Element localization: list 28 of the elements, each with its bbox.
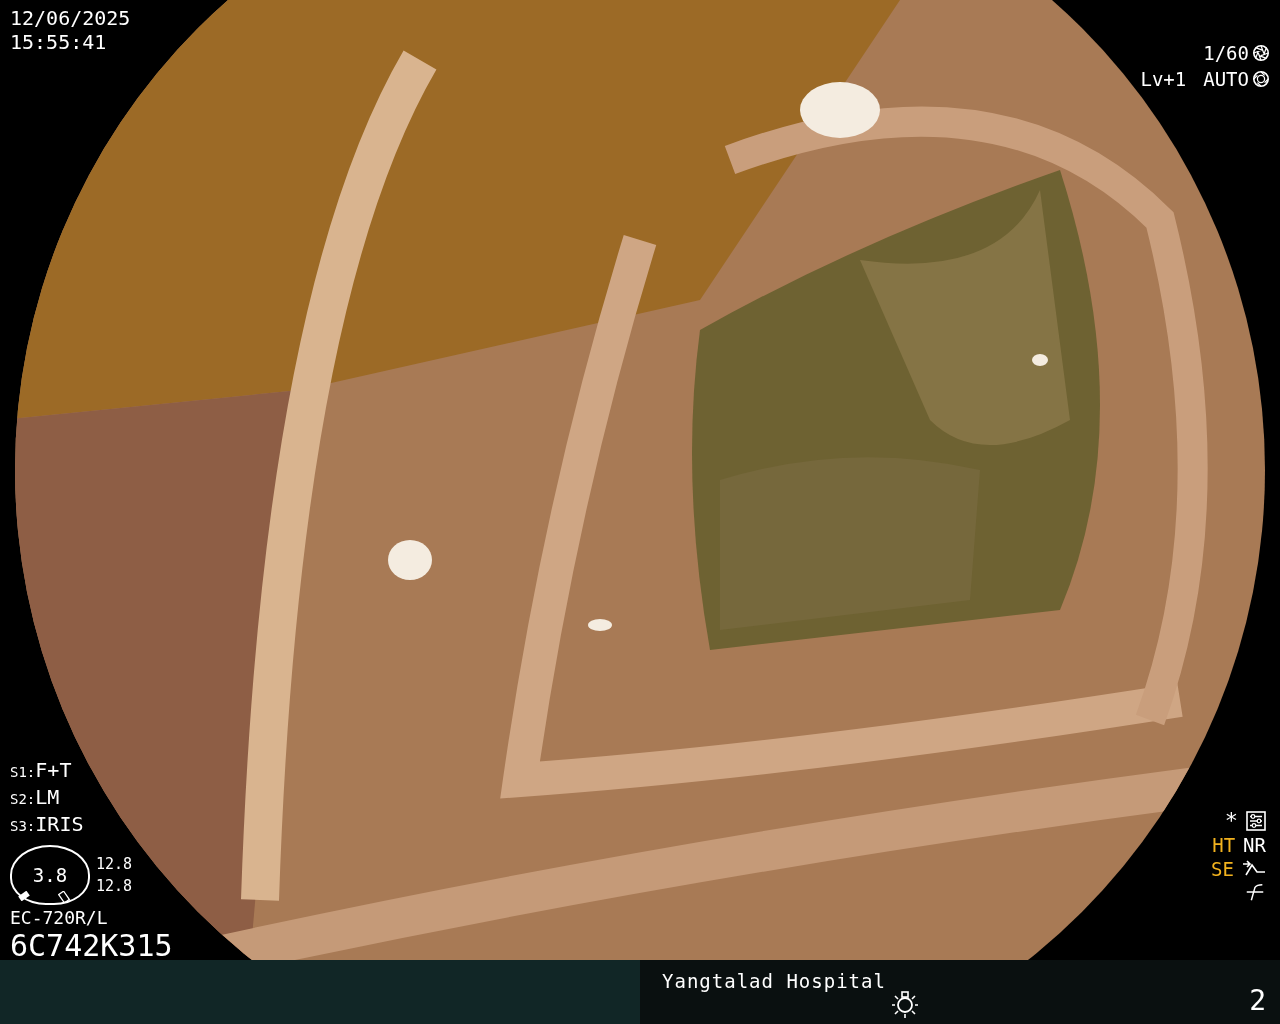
mode-indicator: SE bbox=[1211, 858, 1234, 880]
scope-model: EC-720R/L bbox=[10, 907, 108, 929]
date-text: 12/06/2025 bbox=[10, 6, 131, 30]
gauge-reading: 12.8 bbox=[96, 876, 133, 897]
mode-indicator: NR bbox=[1243, 834, 1266, 856]
setting-label: S3: bbox=[10, 817, 36, 836]
shutter-icon bbox=[1252, 44, 1270, 62]
gauge-reading: 12.8 bbox=[96, 854, 133, 875]
lamp-icon bbox=[890, 990, 920, 1020]
setting-value: IRIS bbox=[35, 812, 84, 837]
marker-symbol: * bbox=[1224, 810, 1238, 832]
settings-icon bbox=[1246, 811, 1266, 831]
hospital-name: Yangtalad Hospital bbox=[662, 970, 886, 992]
setting-value: LM bbox=[35, 785, 60, 810]
brightness-level: Lv+1 bbox=[1140, 67, 1187, 92]
shutter-speed: 1/60 bbox=[1203, 41, 1249, 66]
marker-icon bbox=[18, 891, 30, 901]
setting-label: S1: bbox=[10, 763, 36, 782]
scope-serial: 6C742K315 bbox=[10, 929, 173, 963]
page-number: 2 bbox=[1249, 984, 1266, 1017]
time-text: 15:55:41 bbox=[10, 30, 108, 54]
iris-mode: AUTO bbox=[1203, 67, 1249, 92]
setting-value: F+T bbox=[35, 758, 72, 783]
mode-indicator: HT bbox=[1212, 834, 1236, 856]
setting-label: S2: bbox=[10, 790, 36, 809]
aperture-icon bbox=[1252, 70, 1270, 88]
wave-icon bbox=[1244, 882, 1266, 902]
gauge-value: 3.8 bbox=[32, 864, 68, 886]
